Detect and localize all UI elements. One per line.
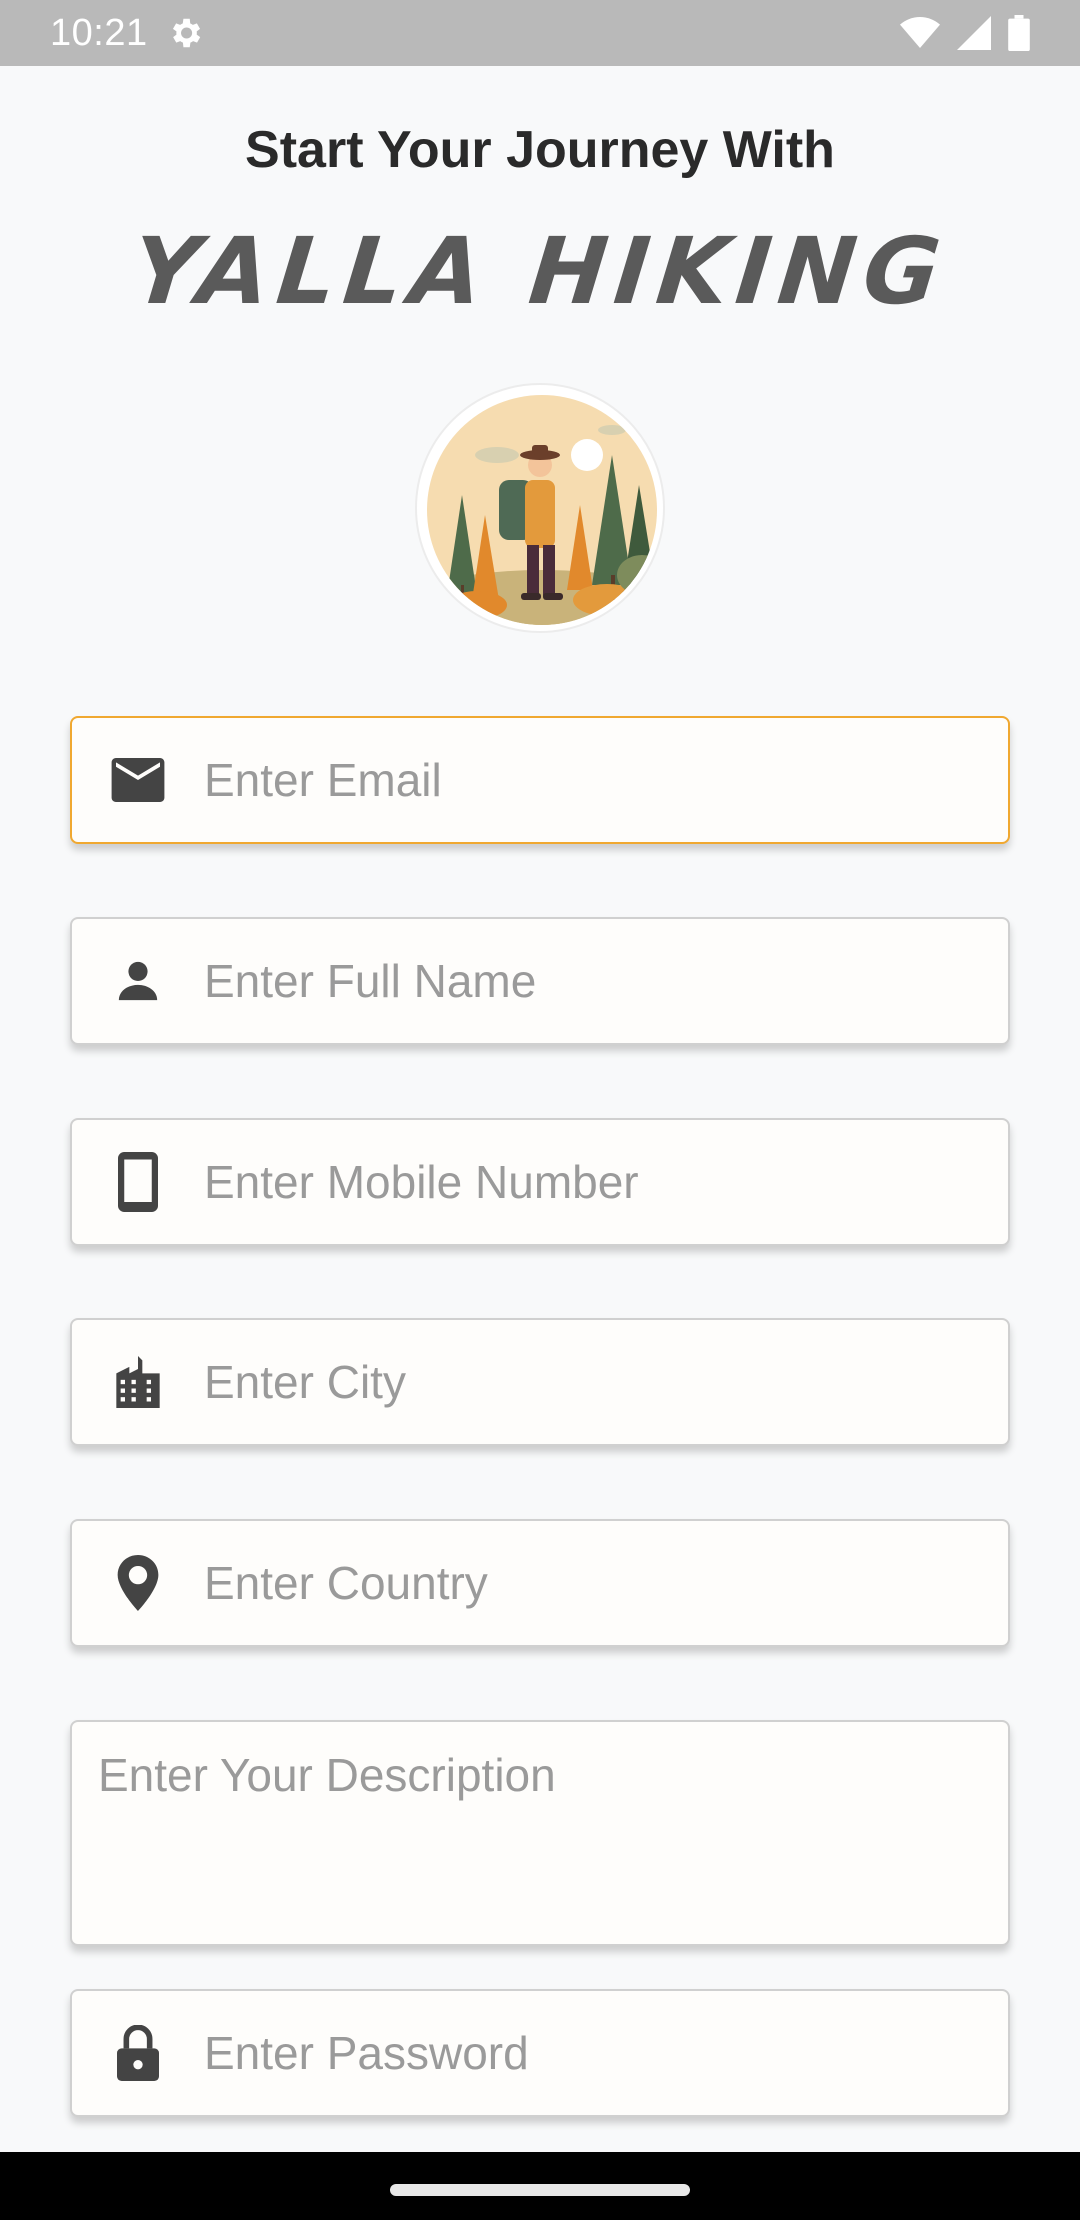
phone-icon: [108, 1152, 168, 1212]
description-field[interactable]: [70, 1720, 1010, 1946]
hiker-illustration: [427, 395, 657, 625]
full-name-input[interactable]: [204, 919, 1008, 1043]
city-input[interactable]: [204, 1320, 1008, 1444]
password-field[interactable]: [70, 1989, 1010, 2117]
status-bar: 10:21: [0, 0, 1080, 66]
location-pin-icon: [108, 1553, 168, 1613]
brand-title: YALLA HIKING: [127, 218, 953, 325]
lock-icon: [108, 2023, 168, 2083]
city-icon: [108, 1352, 168, 1412]
avatar: [415, 383, 665, 633]
signal-icon: [956, 16, 992, 50]
password-input[interactable]: [204, 1991, 1008, 2115]
battery-icon: [1008, 15, 1030, 51]
settings-icon: [166, 14, 204, 52]
email-field[interactable]: [70, 716, 1010, 844]
email-icon: [108, 750, 168, 810]
email-input[interactable]: [204, 718, 1008, 842]
description-input[interactable]: [72, 1722, 1008, 1944]
status-time: 10:21: [50, 11, 148, 54]
status-right: [900, 15, 1030, 51]
home-gesture-handle[interactable]: [390, 2184, 690, 2196]
mobile-field[interactable]: [70, 1118, 1010, 1246]
full-name-field[interactable]: [70, 917, 1010, 1045]
person-icon: [108, 951, 168, 1011]
country-field[interactable]: [70, 1519, 1010, 1647]
headline: Start Your Journey With: [245, 121, 835, 179]
status-left: 10:21: [50, 12, 204, 55]
city-field[interactable]: [70, 1318, 1010, 1446]
mobile-input[interactable]: [204, 1120, 1008, 1244]
wifi-icon: [900, 16, 940, 50]
country-input[interactable]: [204, 1521, 1008, 1645]
